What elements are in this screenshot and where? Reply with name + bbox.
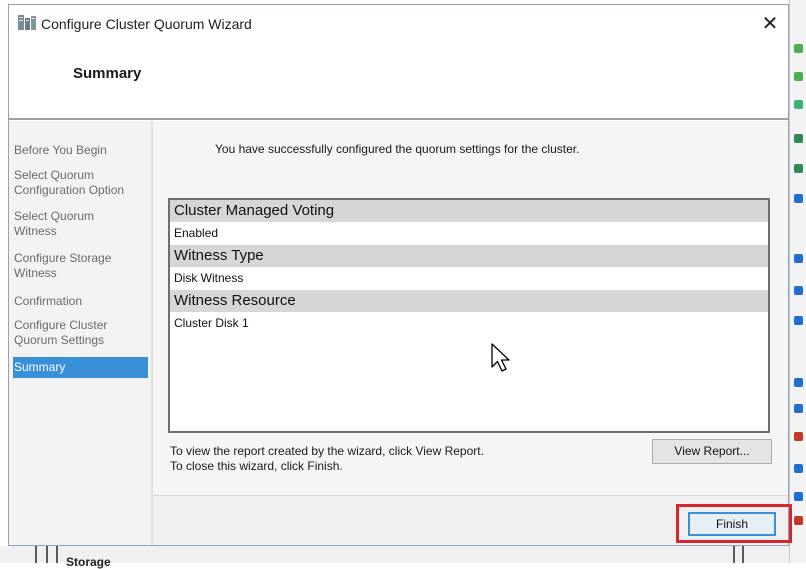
nav-step-before-you-begin[interactable]: Before You Begin [13, 143, 148, 158]
report-heading: Witness Resource [170, 290, 768, 312]
report-heading: Witness Type [170, 245, 768, 267]
cluster-app-icon [18, 15, 36, 30]
background-divider [46, 546, 48, 563]
nav-step-select-quorum-witness[interactable]: Select Quorum Witness [13, 209, 148, 239]
nav-step-label: Configure Storage [14, 251, 112, 265]
background-icon [794, 44, 803, 53]
title-bar[interactable]: Configure Cluster Quorum Wizard ✕ [9, 5, 788, 41]
mouse-pointer-icon [491, 343, 510, 372]
nav-step-select-quorum-configuration[interactable]: Select Quorum Configuration Option [13, 168, 148, 198]
nav-step-configure-storage-witness[interactable]: Configure Storage Witness [13, 251, 148, 281]
wizard-steps-nav: Before You Begin Select Quorum Configura… [9, 121, 153, 545]
background-app-panel: Storage [0, 546, 789, 569]
background-divider [56, 546, 58, 563]
nav-step-summary[interactable]: Summary [13, 357, 148, 378]
nav-step-confirmation[interactable]: Confirmation [13, 294, 148, 309]
report-value: Enabled [174, 226, 219, 240]
nav-step-configure-cluster-quorum[interactable]: Configure Cluster Quorum Settings [13, 318, 148, 348]
background-icon [794, 100, 803, 109]
view-report-button[interactable]: View Report... [652, 439, 772, 464]
success-message: You have successfully configured the quo… [215, 142, 580, 156]
background-icon [794, 432, 803, 441]
background-icon [794, 316, 803, 325]
background-icon [794, 378, 803, 387]
nav-step-label: Select Quorum [14, 209, 95, 223]
close-button[interactable]: ✕ [752, 9, 788, 39]
wizard-header: Summary [9, 41, 788, 121]
page-title: Summary [73, 65, 142, 82]
background-app-toolbar [789, 0, 806, 563]
summary-report[interactable]: Cluster Managed Voting Enabled Witness T… [168, 198, 770, 433]
header-divider [9, 118, 788, 120]
window-title: Configure Cluster Quorum Wizard [41, 16, 252, 32]
close-wizard-hint: To close this wizard, click Finish. [170, 459, 343, 473]
finish-button[interactable]: Finish [688, 512, 776, 536]
nav-step-label: Summary [14, 360, 66, 374]
footer-button-area: Finish [152, 494, 792, 544]
wizard-dialog: Configure Cluster Quorum Wizard ✕ Summar… [8, 4, 789, 546]
background-icon [794, 254, 803, 263]
background-icon [794, 286, 803, 295]
background-icon [794, 134, 803, 143]
background-icon [794, 72, 803, 81]
nav-step-label: Select Quorum [14, 168, 95, 182]
background-divider [35, 546, 37, 563]
background-icon [794, 404, 803, 413]
background-icon [794, 516, 803, 525]
report-heading: Cluster Managed Voting [170, 200, 768, 222]
nav-step-label-line2: Witness [14, 266, 57, 280]
nav-step-label-line2: Configuration Option [14, 183, 125, 197]
background-icon [794, 464, 803, 473]
nav-step-label: Before You Begin [14, 143, 107, 157]
background-icon [794, 194, 803, 203]
background-storage-label: Storage [66, 555, 111, 569]
background-icon [794, 492, 803, 501]
background-divider [742, 546, 744, 563]
background-divider [733, 546, 735, 563]
background-icon [794, 164, 803, 173]
summary-content: You have successfully configured the quo… [153, 121, 788, 495]
nav-step-label: Confirmation [14, 294, 83, 308]
report-value: Disk Witness [174, 271, 244, 285]
nav-step-label-line2: Quorum Settings [14, 333, 105, 347]
nav-step-label: Configure Cluster [14, 318, 108, 332]
close-icon: ✕ [761, 13, 779, 35]
view-report-hint: To view the report created by the wizard… [170, 444, 484, 458]
report-value: Cluster Disk 1 [174, 316, 249, 330]
nav-step-label-line2: Witness [14, 224, 57, 238]
